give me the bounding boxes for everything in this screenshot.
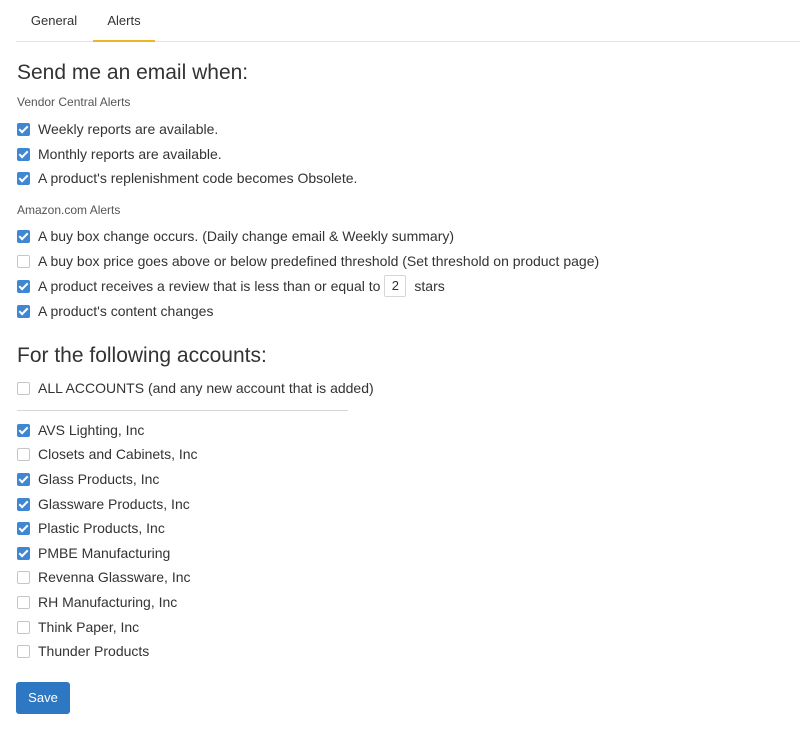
checkbox[interactable] (17, 570, 30, 584)
checkbox[interactable] (17, 644, 30, 658)
checkbox[interactable] (17, 472, 30, 486)
account-item[interactable]: Think Paper, Inc (17, 617, 139, 637)
account-label: RH Manufacturing, Inc (38, 594, 178, 610)
checkbox-label: A product's replenishment code becomes O… (38, 170, 358, 186)
account-label: Closets and Cabinets, Inc (38, 446, 198, 462)
account-item[interactable]: PMBE Manufacturing (17, 543, 170, 563)
alert-monthly-reports[interactable]: Monthly reports are available. (17, 144, 222, 164)
alert-weekly-reports[interactable]: Weekly reports are available. (17, 119, 218, 139)
active-tab-indicator (93, 40, 155, 42)
save-button[interactable]: Save (16, 682, 70, 714)
alert-review-stars[interactable]: A product receives a review that is less… (17, 275, 445, 297)
checkbox-label: A product receives a review that is less… (38, 278, 381, 294)
account-item[interactable]: AVS Lighting, Inc (17, 420, 144, 440)
accounts-heading: For the following accounts: (17, 344, 267, 367)
checkbox[interactable] (17, 304, 30, 318)
alert-replenishment-obsolete[interactable]: A product's replenishment code becomes O… (17, 168, 357, 188)
checkbox-label: Monthly reports are available. (38, 146, 222, 162)
checkbox-label: Weekly reports are available. (38, 121, 219, 137)
account-label: Thunder Products (38, 643, 150, 659)
checkbox[interactable] (17, 595, 30, 609)
tab-alerts[interactable]: Alerts (93, 0, 155, 42)
tab-bar: General Alerts (16, 0, 800, 42)
account-label: Revenna Glassware, Inc (38, 569, 191, 585)
account-label: Glassware Products, Inc (38, 496, 190, 512)
checkbox-label: A buy box price goes above or below pred… (38, 253, 600, 269)
account-item[interactable]: Thunder Products (17, 641, 149, 661)
checkbox[interactable] (17, 521, 30, 535)
alert-buy-box-price-threshold[interactable]: A buy box price goes above or below pred… (17, 251, 599, 271)
checkbox[interactable] (17, 620, 30, 634)
checkbox[interactable] (17, 229, 30, 243)
account-label: Think Paper, Inc (38, 619, 140, 635)
checkbox[interactable] (17, 122, 30, 136)
checkbox[interactable] (17, 254, 30, 268)
account-label: Glass Products, Inc (38, 471, 160, 487)
checkbox[interactable] (17, 447, 30, 461)
alert-content-changes[interactable]: A product's content changes (17, 301, 213, 321)
checkbox[interactable] (17, 381, 30, 395)
checkbox[interactable] (17, 423, 30, 437)
alert-buy-box-change[interactable]: A buy box change occurs. (Daily change e… (17, 226, 454, 246)
checkbox[interactable] (17, 546, 30, 560)
tab-alerts-label: Alerts (107, 13, 141, 28)
tab-general[interactable]: General (16, 0, 92, 41)
checkbox[interactable] (17, 279, 30, 293)
amazon-alerts-label: Amazon.com Alerts (17, 203, 121, 217)
checkbox-label: A buy box change occurs. (Daily change e… (38, 228, 455, 244)
account-label: PMBE Manufacturing (38, 545, 171, 561)
account-item[interactable]: Glass Products, Inc (17, 469, 159, 489)
account-label: Plastic Products, Inc (38, 520, 165, 536)
stars-suffix-label: stars (414, 278, 445, 294)
account-item[interactable]: Closets and Cabinets, Inc (17, 444, 198, 464)
account-label: AVS Lighting, Inc (38, 422, 145, 438)
vendor-central-label: Vendor Central Alerts (17, 95, 131, 109)
email-heading: Send me an email when: (17, 61, 249, 84)
checkbox-label: ALL ACCOUNTS (and any new account that i… (38, 380, 374, 396)
all-accounts-option[interactable]: ALL ACCOUNTS (and any new account that i… (17, 378, 374, 398)
checkbox-label: A product's content changes (38, 303, 214, 319)
account-item[interactable]: Plastic Products, Inc (17, 518, 165, 538)
stars-threshold-input[interactable]: 2 (384, 275, 407, 297)
divider (17, 410, 348, 411)
account-item[interactable]: RH Manufacturing, Inc (17, 592, 177, 612)
checkbox[interactable] (17, 497, 30, 511)
account-item[interactable]: Revenna Glassware, Inc (17, 567, 191, 587)
checkbox[interactable] (17, 171, 30, 185)
account-item[interactable]: Glassware Products, Inc (17, 494, 190, 514)
checkbox[interactable] (17, 147, 30, 161)
